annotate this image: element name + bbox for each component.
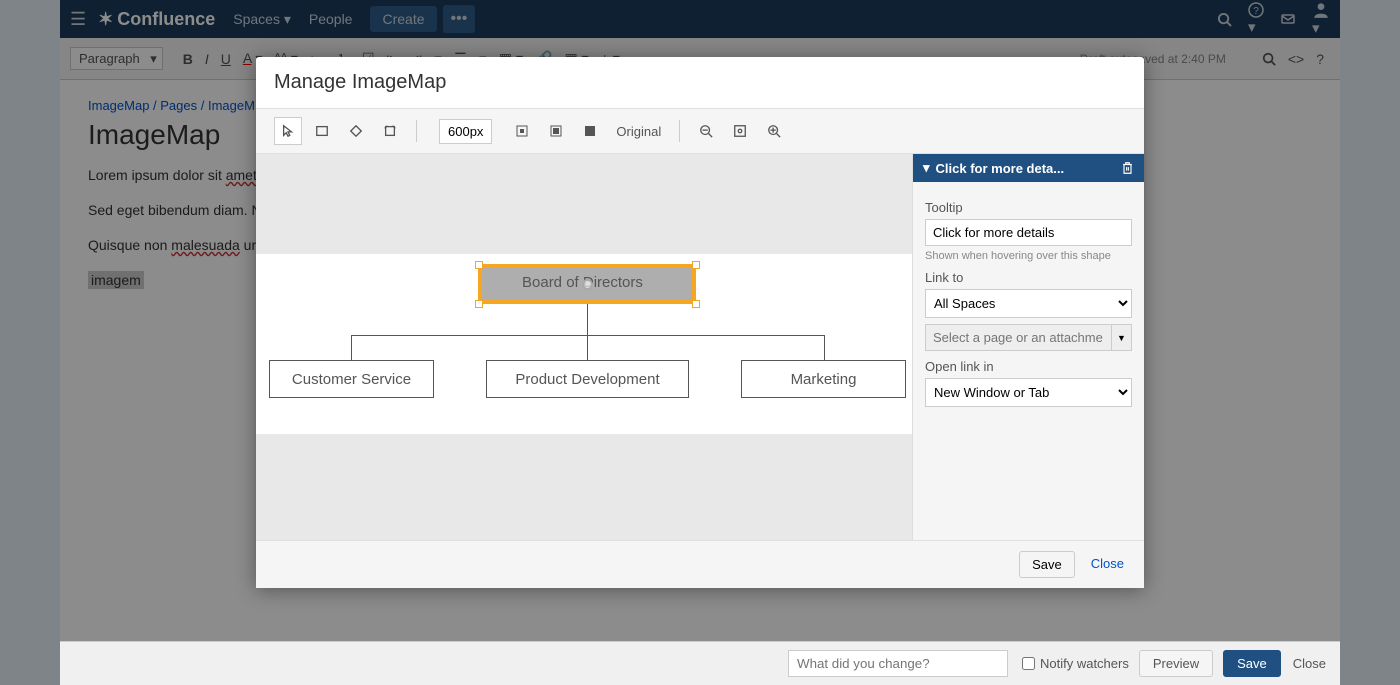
- page-select-input[interactable]: [925, 324, 1112, 351]
- rectangle-tool[interactable]: [308, 117, 336, 145]
- page-select-dropdown-icon[interactable]: ▼: [1112, 324, 1132, 351]
- modal-toolbar: 600px Original: [256, 109, 1144, 154]
- org-box-product-development[interactable]: Product Development: [486, 360, 689, 398]
- circle-tool[interactable]: [342, 117, 370, 145]
- org-box-customer-service[interactable]: Customer Service: [269, 360, 434, 398]
- change-comment-input[interactable]: [788, 650, 1008, 677]
- tooltip-input[interactable]: [925, 219, 1132, 246]
- preview-button[interactable]: Preview: [1139, 650, 1213, 677]
- linkto-label: Link to: [925, 270, 1132, 285]
- imagemap-canvas[interactable]: Customer Service Product Development Mar…: [256, 154, 912, 540]
- zoom-fit-button[interactable]: [726, 117, 754, 145]
- tooltip-label: Tooltip: [925, 200, 1132, 215]
- resize-handle-nw[interactable]: [475, 261, 483, 269]
- selected-hotspot[interactable]: Board of Directors: [478, 264, 696, 304]
- page-footer-bar: Notify watchers Preview Save Close: [60, 641, 1340, 685]
- size-input[interactable]: 600px: [439, 119, 492, 144]
- modal-close-button[interactable]: Close: [1085, 551, 1130, 578]
- openin-select[interactable]: New Window or Tab: [925, 378, 1132, 407]
- collapse-icon[interactable]: ▾: [923, 160, 930, 176]
- imagemap-modal: Manage ImageMap 600px Original: [256, 57, 1144, 588]
- resize-handle-ne[interactable]: [692, 261, 700, 269]
- org-box-marketing[interactable]: Marketing: [741, 360, 906, 398]
- polygon-tool[interactable]: [376, 117, 404, 145]
- original-size-button[interactable]: Original: [616, 124, 661, 139]
- hotspot-properties-panel: ▾ Click for more deta... Tooltip Shown w…: [912, 154, 1144, 540]
- hotspot-center-dot[interactable]: [582, 279, 593, 290]
- openin-label: Open link in: [925, 359, 1132, 374]
- tooltip-help: Shown when hovering over this shape: [925, 250, 1132, 262]
- resize-handle-sw[interactable]: [475, 300, 483, 308]
- linkto-select[interactable]: All Spaces: [925, 289, 1132, 318]
- page-save-button[interactable]: Save: [1223, 650, 1281, 677]
- zoom-out-button[interactable]: [692, 117, 720, 145]
- delete-hotspot-button[interactable]: [1121, 161, 1134, 175]
- size-large-button[interactable]: [576, 117, 604, 145]
- notify-watchers-checkbox[interactable]: Notify watchers: [1022, 656, 1129, 671]
- panel-header[interactable]: ▾ Click for more deta...: [913, 154, 1144, 182]
- size-small-button[interactable]: [508, 117, 536, 145]
- modal-footer: Save Close: [256, 540, 1144, 588]
- page-close-button[interactable]: Close: [1293, 656, 1326, 671]
- zoom-in-button[interactable]: [760, 117, 788, 145]
- size-medium-button[interactable]: [542, 117, 570, 145]
- pointer-tool[interactable]: [274, 117, 302, 145]
- resize-handle-se[interactable]: [692, 300, 700, 308]
- modal-title: Manage ImageMap: [256, 57, 1144, 109]
- modal-save-button[interactable]: Save: [1019, 551, 1075, 578]
